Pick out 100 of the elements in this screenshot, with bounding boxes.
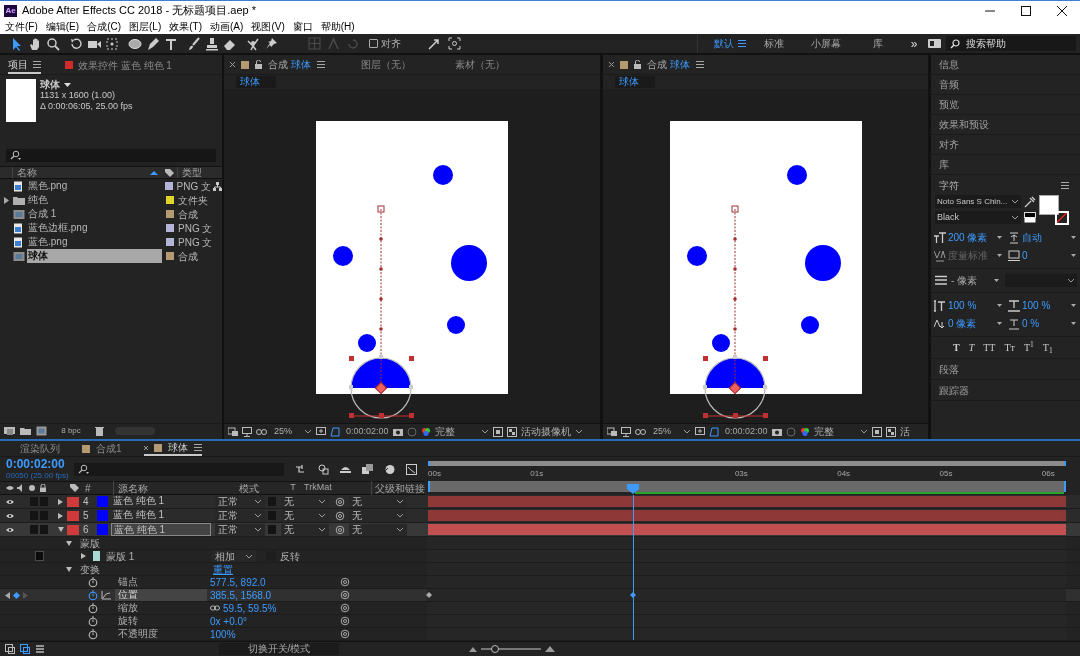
- value-dropdown[interactable]: 自动: [1022, 230, 1077, 245]
- stroke-width-dropdown[interactable]: - 像素: [951, 273, 1001, 288]
- panel-tab[interactable]: 项目: [8, 56, 41, 74]
- value-dropdown[interactable]: 200 像素: [948, 230, 1003, 245]
- panel-header[interactable]: 字符: [939, 177, 959, 193]
- pen-icon[interactable]: [146, 36, 160, 51]
- panel-toggle-icon[interactable]: [928, 38, 941, 49]
- expand-arrow-icon[interactable]: [4, 196, 9, 204]
- eye-icon[interactable]: [6, 497, 14, 506]
- current-time[interactable]: 0:00:02:00: [6, 458, 74, 471]
- stopwatch-icon[interactable]: [88, 602, 98, 614]
- type-tool-icon[interactable]: [164, 36, 178, 51]
- parent-dropdown[interactable]: 无: [349, 523, 407, 536]
- mask-mode-dropdown[interactable]: 相加: [212, 550, 256, 562]
- region-of-interest-icon[interactable]: [492, 426, 503, 437]
- menu-item[interactable]: 帮助(H): [320, 21, 355, 33]
- overflow-button[interactable]: »: [904, 37, 924, 50]
- expand-arrow[interactable]: [58, 525, 66, 534]
- viewer-tab[interactable]: 合成 球体: [647, 57, 690, 72]
- lock-icon[interactable]: [634, 60, 641, 69]
- camera-dropdown[interactable]: 活动摄像机: [520, 424, 583, 439]
- font-style-dropdown[interactable]: Black: [935, 211, 1021, 224]
- text-style-button[interactable]: TT: [983, 340, 996, 355]
- project-item[interactable]: 黑色.png PNG 文: [0, 179, 222, 193]
- snapshot-icon[interactable]: [392, 426, 403, 437]
- layer-name[interactable]: 蓝色 纯色 1: [111, 523, 211, 536]
- label-tag-icon[interactable]: [69, 483, 79, 493]
- menu-item[interactable]: 合成(C): [87, 21, 121, 33]
- project-item[interactable]: 蓝色.png PNG 文: [0, 235, 222, 249]
- column-header[interactable]: TrkMat: [304, 481, 371, 495]
- project-item[interactable]: 纯色 文件夹: [0, 193, 222, 207]
- column-header[interactable]: 模式: [239, 480, 291, 496]
- panel-header[interactable]: 段落: [931, 359, 1080, 380]
- search-icon[interactable]: [46, 36, 60, 51]
- transparency-icon[interactable]: [885, 426, 896, 437]
- property-value[interactable]: 100%: [210, 628, 236, 640]
- breadcrumb-tab[interactable]: 球体: [236, 76, 276, 88]
- zoom-dropdown[interactable]: 25%: [653, 424, 691, 439]
- menu-icon[interactable]: [193, 443, 202, 452]
- fill-stroke-swatches[interactable]: [1039, 195, 1069, 225]
- text-style-button[interactable]: Tт: [1004, 340, 1015, 355]
- text-style-button[interactable]: T: [968, 340, 975, 355]
- stopwatch-icon[interactable]: [88, 628, 98, 640]
- panel-header[interactable]: 预览: [931, 95, 1080, 115]
- timeline-tab[interactable]: 合成1: [82, 441, 122, 456]
- menu-item[interactable]: 效果(T): [169, 21, 203, 33]
- snap-arrow-icon[interactable]: [427, 37, 440, 50]
- trash-icon[interactable]: [95, 425, 104, 436]
- panel-header[interactable]: 效果和预设: [931, 115, 1080, 135]
- property-name[interactable]: 旋转: [115, 615, 207, 627]
- text-style-button[interactable]: T: [953, 340, 960, 355]
- transfer-controls-icon[interactable]: [20, 644, 30, 654]
- zoom-dropdown[interactable]: 25%: [274, 424, 312, 439]
- breadcrumb-tab[interactable]: 球体: [615, 76, 655, 88]
- camera-dropdown[interactable]: 活: [899, 424, 910, 439]
- motion-blur-icon[interactable]: [384, 463, 395, 475]
- hierarchy-icon[interactable]: [213, 181, 222, 191]
- draft-3d-icon[interactable]: [318, 463, 329, 475]
- composition-icon[interactable]: [36, 425, 47, 436]
- link-icon[interactable]: [210, 605, 220, 611]
- pickwhip-icon[interactable]: [335, 524, 345, 535]
- text-style-button[interactable]: T$^{1}$: [1023, 340, 1034, 355]
- property-name[interactable]: 不透明度: [115, 628, 207, 640]
- value-dropdown[interactable]: 0: [1022, 248, 1077, 263]
- column-header[interactable]: 类型: [177, 167, 202, 178]
- rotate-icon[interactable]: [69, 36, 83, 51]
- speaker-icon[interactable]: [17, 484, 25, 492]
- panel-tab[interactable]: 效果控件 蓝色 纯色 1: [65, 56, 172, 74]
- pickwhip-icon[interactable]: [335, 496, 345, 507]
- layer-label-color[interactable]: [67, 524, 79, 535]
- project-item[interactable]: 蓝色边框.png PNG 文: [0, 221, 222, 235]
- current-time-field[interactable]: 0:00:02:00: [346, 424, 389, 439]
- menu-icon[interactable]: [695, 60, 704, 69]
- menu-icon[interactable]: [33, 59, 41, 69]
- workspace-tab[interactable]: 标准: [748, 36, 800, 51]
- label-tag-icon[interactable]: [164, 167, 174, 178]
- viewer-tab[interactable]: 素材（无）: [454, 57, 505, 72]
- ellipse-icon[interactable]: [128, 36, 142, 51]
- viewer-tab[interactable]: 图层（无）: [360, 57, 411, 72]
- help-search-field[interactable]: 搜索帮助: [946, 36, 1076, 51]
- track-matte-dropdown[interactable]: 无: [281, 523, 329, 536]
- region-icon[interactable]: [228, 426, 238, 437]
- sort-ascending-icon[interactable]: [150, 169, 158, 176]
- value-dropdown[interactable]: 0 像素: [948, 316, 1003, 331]
- panel-header[interactable]: 对齐: [931, 135, 1080, 155]
- switch-box[interactable]: [30, 525, 38, 534]
- stopwatch-icon[interactable]: [88, 615, 98, 627]
- viewer-tab[interactable]: 合成 球体: [268, 57, 311, 72]
- default-colors-icon[interactable]: [1024, 212, 1036, 223]
- time-zoom-slider-thumb[interactable]: [491, 645, 500, 653]
- timeline-tab[interactable]: 渲染队列: [20, 441, 60, 456]
- panel-header[interactable]: 库: [931, 155, 1080, 175]
- invert-checkbox[interactable]: 反转: [266, 550, 300, 562]
- graph-editor-icon[interactable]: [406, 463, 417, 475]
- project-item[interactable]: 球体 合成: [0, 249, 222, 263]
- interpret-footage-icon[interactable]: [4, 425, 15, 436]
- current-time-field[interactable]: 0:00:02:00: [725, 424, 768, 439]
- solo-icon[interactable]: [28, 484, 36, 492]
- eyedropper-icon[interactable]: [1024, 196, 1036, 208]
- close-tab-button[interactable]: [230, 62, 235, 67]
